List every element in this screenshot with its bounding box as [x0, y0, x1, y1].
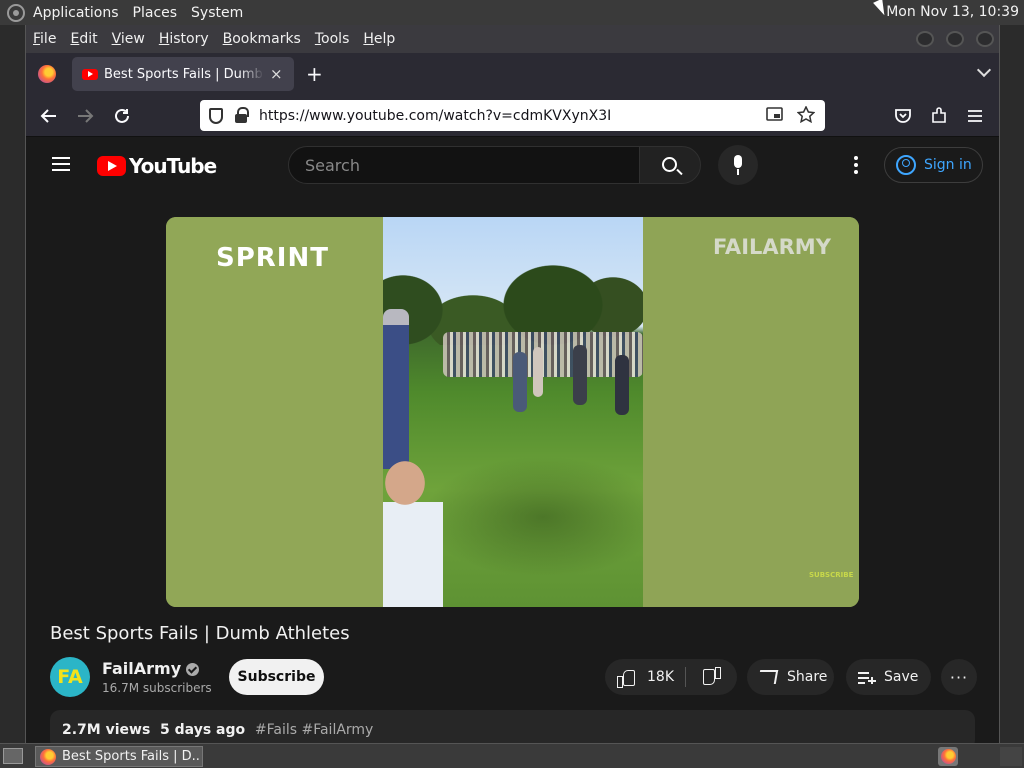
- search-icon: [662, 157, 677, 172]
- youtube-logo-text: YouTube: [129, 154, 217, 178]
- list-all-tabs-chevron-icon[interactable]: [976, 62, 992, 78]
- taskbar-window-button[interactable]: Best Sports Fails | D...: [35, 746, 203, 767]
- like-button[interactable]: 18K: [605, 659, 685, 695]
- system-top-panel: Applications Places System Mon Nov 13, 1…: [0, 0, 1024, 25]
- browser-window: File Edit View History Bookmarks Tools H…: [25, 25, 1000, 743]
- menu-tools[interactable]: Tools: [315, 31, 350, 47]
- tab-youtube[interactable]: Best Sports Fails | Dumb Athletes ×: [72, 57, 294, 91]
- search-input[interactable]: Search: [288, 146, 640, 184]
- save-label: Save: [884, 669, 919, 685]
- hamburger-menu-icon[interactable]: [966, 108, 984, 124]
- youtube-play-logo-icon: [97, 156, 126, 176]
- youtube-page: YouTube Search Sign in SPRINT FAILARMY S…: [26, 137, 999, 743]
- video-player[interactable]: SPRINT FAILARMY SUBSCRIBE: [166, 217, 859, 607]
- playlist-add-icon: [858, 670, 876, 684]
- tracking-protection-shield-icon[interactable]: [209, 107, 223, 124]
- subscriber-count: 16.7M subscribers: [102, 681, 212, 695]
- thumbs-down-icon: [703, 669, 721, 686]
- description-box[interactable]: 2.7M views 5 days ago #Fails #FailArmy: [50, 710, 975, 743]
- menu-view[interactable]: View: [112, 31, 145, 47]
- maximize-button[interactable]: [946, 31, 964, 47]
- youtube-favicon-icon: [82, 68, 98, 80]
- tab-title: Best Sports Fails | Dumb Athletes: [104, 66, 264, 82]
- tab-bar: Best Sports Fails | Dumb Athletes × +: [26, 53, 999, 95]
- url-bar[interactable]: https://www.youtube.com/watch?v=cdmKVXyn…: [200, 100, 825, 131]
- url-text[interactable]: https://www.youtube.com/watch?v=cdmKVXyn…: [259, 108, 611, 124]
- show-desktop-icon[interactable]: [3, 748, 23, 764]
- youtube-header: YouTube Search Sign in: [26, 137, 999, 193]
- share-label: Share: [787, 669, 828, 685]
- youtube-logo[interactable]: YouTube: [97, 154, 217, 178]
- view-count: 2.7M views: [62, 722, 151, 738]
- like-dislike-group: 18K: [605, 659, 737, 695]
- like-count: 18K: [647, 669, 674, 685]
- browser-menubar: File Edit View History Bookmarks Tools H…: [26, 25, 999, 53]
- workspace-2[interactable]: [1000, 747, 1022, 766]
- save-button[interactable]: Save: [846, 659, 931, 695]
- lock-icon[interactable]: [235, 107, 249, 123]
- minimize-button[interactable]: [916, 31, 934, 47]
- hashtags[interactable]: #Fails #FailArmy: [255, 722, 373, 738]
- navigation-toolbar: https://www.youtube.com/watch?v=cdmKVXyn…: [26, 95, 999, 137]
- menu-help[interactable]: Help: [363, 31, 395, 47]
- video-side-panel-right: FAILARMY SUBSCRIBE: [643, 217, 859, 607]
- sign-in-button[interactable]: Sign in: [884, 147, 983, 183]
- video-overlay-text: SPRINT: [216, 243, 329, 273]
- close-window-button[interactable]: [976, 31, 994, 47]
- window-controls: [916, 31, 994, 47]
- url-bar-actions: [766, 106, 815, 123]
- bottom-taskbar: Best Sports Fails | D...: [0, 743, 1024, 768]
- menu-history[interactable]: History: [159, 31, 209, 47]
- firefox-icon: [40, 748, 56, 765]
- guide-menu-icon[interactable]: [52, 157, 70, 171]
- forward-arrow-icon[interactable]: [76, 107, 94, 125]
- video-side-panel-left: SPRINT: [166, 217, 383, 607]
- applications-menu[interactable]: Applications: [33, 5, 119, 21]
- channel-watermark: FAILARMY: [713, 235, 831, 259]
- video-frame: [383, 217, 643, 607]
- video-title: Best Sports Fails | Dumb Athletes: [50, 623, 350, 644]
- upload-age: 5 days ago: [160, 722, 246, 738]
- share-arrow-icon: [757, 670, 779, 684]
- picture-in-picture-icon[interactable]: [766, 106, 783, 122]
- system-menu[interactable]: System: [191, 5, 243, 21]
- pocket-icon[interactable]: [894, 107, 912, 125]
- channel-name[interactable]: FailArmy: [102, 659, 181, 678]
- subscribe-button[interactable]: Subscribe: [229, 659, 324, 695]
- firefox-view-icon[interactable]: [38, 65, 56, 83]
- settings-kebab-icon[interactable]: [854, 156, 858, 174]
- new-tab-button[interactable]: +: [306, 62, 323, 86]
- menu-edit[interactable]: Edit: [70, 31, 97, 47]
- search-placeholder: Search: [305, 155, 360, 175]
- voice-search-button[interactable]: [718, 145, 758, 185]
- share-button[interactable]: Share: [747, 659, 834, 695]
- more-actions-button[interactable]: ···: [941, 659, 977, 695]
- microphone-icon: [734, 155, 742, 168]
- distro-logo-icon[interactable]: [7, 3, 25, 22]
- channel-row: FA FailArmy 16.7M subscribers Subscribe …: [50, 657, 980, 699]
- firefox-tray-icon: [940, 749, 956, 764]
- taskbar-window-label: Best Sports Fails | D...: [62, 749, 200, 764]
- clock[interactable]: Mon Nov 13, 10:39: [886, 4, 1019, 20]
- subscribe-watermark: SUBSCRIBE: [809, 571, 854, 579]
- search-button[interactable]: [639, 146, 701, 184]
- back-arrow-icon[interactable]: [40, 107, 58, 125]
- verified-badge-icon: [186, 663, 200, 676]
- thumbs-up-icon: [617, 669, 635, 688]
- places-menu[interactable]: Places: [133, 5, 178, 21]
- channel-name-link[interactable]: FailArmy: [102, 659, 200, 678]
- reload-icon[interactable]: [113, 107, 131, 125]
- account-icon: [896, 155, 916, 175]
- workspace-switcher[interactable]: [938, 747, 958, 766]
- dislike-button[interactable]: [686, 659, 737, 695]
- bookmark-star-icon[interactable]: [797, 106, 815, 123]
- menu-bookmarks[interactable]: Bookmarks: [223, 31, 301, 47]
- sign-in-label: Sign in: [924, 157, 972, 173]
- menu-file[interactable]: File: [33, 31, 56, 47]
- tab-close-icon[interactable]: ×: [270, 65, 283, 83]
- channel-avatar[interactable]: FA: [50, 657, 90, 697]
- extensions-puzzle-icon[interactable]: [930, 107, 948, 125]
